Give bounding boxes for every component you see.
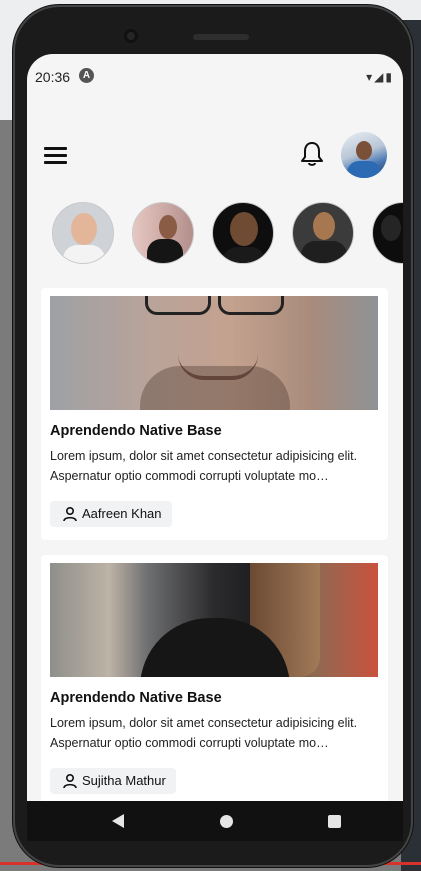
avatar-face — [356, 141, 372, 160]
earpiece-speaker — [193, 34, 249, 40]
app-notification-icon: A — [79, 68, 94, 83]
phone-frame: 20:36 A ▾◢▮ Aprendendo Native Base Lorem… — [13, 5, 413, 867]
post-image — [50, 296, 378, 410]
author-chip[interactable]: Sujitha Mathur — [50, 768, 176, 794]
author-name: Sujitha Mathur — [82, 773, 166, 788]
story-face — [381, 215, 401, 241]
story-avatar-2[interactable] — [132, 202, 194, 264]
story-face — [159, 215, 177, 239]
story-shirt — [63, 245, 105, 263]
post-image — [50, 563, 378, 677]
person-icon — [63, 773, 77, 789]
story-avatar-5[interactable] — [372, 202, 403, 264]
story-avatar-3[interactable] — [212, 202, 274, 264]
post-card[interactable]: Aprendendo Native Base Lorem ipsum, dolo… — [41, 288, 388, 540]
story-avatar-1[interactable] — [52, 202, 114, 264]
recents-icon[interactable] — [328, 815, 341, 828]
author-name: Aafreen Khan — [82, 506, 162, 521]
person-icon — [63, 506, 77, 522]
image-beard — [140, 366, 290, 410]
avatar-shirt — [347, 161, 381, 178]
app-screen: 20:36 A ▾◢▮ Aprendendo Native Base Lorem… — [27, 54, 403, 806]
back-icon[interactable] — [112, 814, 124, 828]
image-glasses — [218, 296, 284, 315]
story-shirt — [147, 239, 183, 263]
story-shirt — [301, 241, 347, 263]
system-status-icons: ▾◢▮ — [366, 70, 394, 84]
post-title: Aprendendo Native Base — [50, 690, 222, 706]
status-bar: 20:36 A ▾◢▮ — [27, 54, 403, 100]
story-avatar-4[interactable] — [292, 202, 354, 264]
home-icon[interactable] — [220, 815, 233, 828]
user-avatar[interactable] — [341, 132, 387, 178]
story-shirt — [223, 247, 265, 263]
story-face — [230, 212, 258, 246]
story-face — [71, 213, 97, 245]
author-chip[interactable]: Aafreen Khan — [50, 501, 172, 527]
image-glasses — [145, 296, 211, 315]
post-card[interactable]: Aprendendo Native Base Lorem ipsum, dolo… — [41, 555, 388, 806]
app-header — [27, 124, 403, 184]
post-excerpt: Lorem ipsum, dolor sit amet consectetur … — [50, 716, 358, 750]
status-time: 20:36 — [35, 69, 71, 85]
hamburger-icon[interactable] — [44, 146, 68, 166]
story-face — [313, 212, 335, 240]
system-nav-bar — [27, 801, 403, 841]
front-camera — [124, 29, 138, 43]
stories-row — [27, 202, 403, 266]
post-excerpt: Lorem ipsum, dolor sit amet consectetur … — [50, 449, 358, 483]
post-title: Aprendendo Native Base — [50, 423, 222, 439]
bell-icon[interactable] — [299, 140, 325, 168]
